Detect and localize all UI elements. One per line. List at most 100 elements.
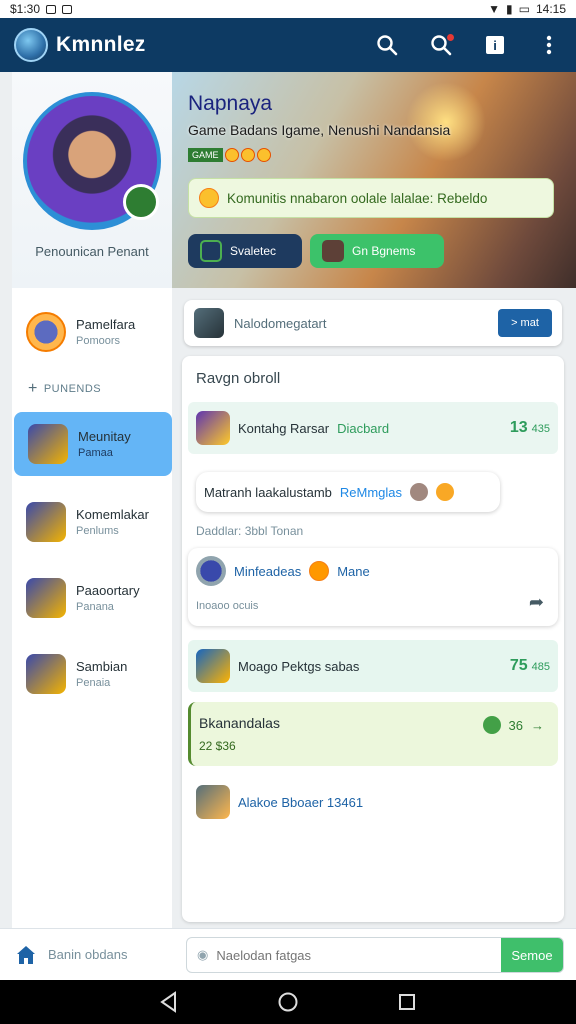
sidebar-item-0[interactable]: Meunitay Pamaa	[14, 412, 172, 476]
emoji-icon	[240, 148, 255, 162]
row-title: Moago Pektgs sabas	[238, 658, 360, 674]
game-avatar-icon	[196, 649, 230, 683]
community-banner[interactable]: Komunitis nnabaron oolale lalalae: Rebel…	[188, 178, 554, 218]
sidebar-item-label: Meunitay	[78, 429, 131, 444]
battery-icon: ▭	[518, 2, 530, 16]
sidebar-item-label: Sambian	[76, 659, 128, 674]
sidebar-item-pinned[interactable]: Pamelfara Pomoors	[12, 300, 172, 364]
sidebar-section-header[interactable]: + PUNENDS	[12, 380, 172, 398]
hero-button-primary[interactable]: Svaletec	[188, 234, 302, 268]
more-vert-icon[interactable]	[536, 32, 562, 58]
game-tag: GAME	[188, 148, 223, 162]
sidebar-item-sublabel: Penlums	[76, 525, 119, 537]
signal-icon: ▮	[506, 2, 513, 16]
info-icon[interactable]: i	[482, 32, 508, 58]
feed-card[interactable]: Minfeadeas Mane Inoaoo ocuis ➦	[188, 548, 558, 626]
profile-card[interactable]: Penounican Penant	[12, 72, 172, 288]
back-icon[interactable]	[159, 991, 179, 1013]
bottom-label[interactable]: Banin obdans	[48, 947, 128, 962]
row-title: Alakoe Bboaer 13461	[238, 794, 364, 810]
row-meta: Daddlar: 3bbl Tonan	[196, 524, 304, 538]
sidebar-item-label: Komemlakar	[76, 507, 149, 522]
sidebar-item-3[interactable]: Sambian Penaia	[12, 642, 172, 706]
avatar-badge-icon	[123, 184, 159, 220]
sidebar-item-label: Pamelfara	[76, 317, 136, 332]
sidebar-item-icon	[26, 502, 66, 542]
notification-icon	[46, 4, 57, 14]
sidebar-item-icon	[26, 578, 66, 618]
emoji-icon	[410, 483, 429, 501]
gamepad-icon	[200, 240, 222, 262]
sidebar: Penounican Penant Pamelfara Pomoors + PU…	[12, 72, 172, 928]
plus-icon: +	[28, 380, 38, 397]
download-icon	[62, 4, 73, 14]
wifi-icon: ▼	[488, 2, 501, 16]
sidebar-item-2[interactable]: Paaoortary Panana	[12, 566, 172, 630]
attach-icon[interactable]: ◉	[197, 947, 208, 963]
sidebar-item-label: Paaoortary	[76, 583, 140, 598]
feed-row-5[interactable]: Bkanandalas 22 $36 36 →	[188, 702, 558, 766]
row-accent: ReMmglas	[339, 484, 403, 500]
feed-row-4[interactable]: Moago Pektgs sabas 75 485	[188, 640, 558, 692]
avatar[interactable]	[23, 92, 161, 230]
feed-row-6[interactable]: Alakoe Bboaer 13461	[188, 782, 558, 822]
hero-button-label: Gn Bgnems	[352, 244, 416, 258]
share-icon[interactable]: ➦	[529, 592, 544, 613]
recents-icon[interactable]	[397, 992, 417, 1012]
system-nav-bar	[0, 980, 576, 1024]
app-title: Kmnnlez	[56, 33, 146, 56]
emoji-icon	[309, 561, 330, 581]
compose-input[interactable]: Nalodomegatart	[234, 316, 327, 331]
game-icon	[322, 240, 344, 262]
feed-row-1[interactable]: Kontahg Rarsar Diacbard 13 435	[188, 402, 558, 454]
hero-button-secondary[interactable]: Gn Bgnems	[310, 234, 444, 268]
row-title: Kontahg Rarsar	[238, 420, 330, 436]
hero-tags: GAME	[188, 148, 271, 162]
game-avatar-icon	[196, 411, 230, 445]
feed-title: Ravgn obroll	[196, 370, 281, 387]
hero-title: Napnaya	[188, 92, 273, 115]
home-icon[interactable]	[14, 943, 38, 967]
feed-row-2[interactable]: Matranh laakalustamb ReMmglas	[196, 472, 500, 512]
app-logo	[14, 28, 48, 62]
profile-name: Penounican Penant	[35, 244, 149, 259]
card-tag: Mane	[337, 563, 370, 579]
arrow-right-icon[interactable]: →	[531, 718, 544, 733]
emoji-icon	[436, 483, 455, 501]
status-clock: 14:15	[535, 2, 566, 16]
feed-panel: Ravgn obroll Kontahg Rarsar Diacbard 13 4…	[182, 356, 564, 922]
row-subtitle: 22 $36	[199, 739, 236, 753]
bottom-bar: Banin obdans ◉ Semoe	[0, 928, 576, 980]
hero-subtitle: Game Badans Igame, Nenushi Nandansia	[188, 122, 451, 138]
row-count: 36	[508, 717, 523, 733]
hero-button-label: Svaletec	[230, 244, 277, 258]
status-time: $1:30	[10, 2, 41, 16]
sidebar-item-1[interactable]: Komemlakar Penlums	[12, 490, 172, 554]
sidebar-item-sublabel: Penaia	[76, 677, 111, 689]
message-field: ◉ Semoe	[186, 937, 564, 973]
community-banner-text: Komunitis nnabaron oolale lalalae: Rebel…	[227, 190, 488, 206]
alert-dot	[447, 34, 454, 41]
post-button[interactable]: > mat	[498, 309, 552, 337]
home-nav-icon[interactable]	[277, 991, 299, 1013]
row-count: 13	[509, 419, 528, 436]
sidebar-item-sublabel: Pamaa	[78, 447, 113, 459]
row-count-unit: 435	[531, 423, 550, 435]
app-bar: Kmnnlez i	[0, 18, 576, 72]
sidebar-item-icon	[28, 424, 68, 464]
emoji-icon	[256, 148, 271, 162]
user-avatar	[196, 556, 226, 586]
row-accent: Diacbard	[337, 420, 390, 436]
emoji-icon	[224, 148, 239, 162]
message-input[interactable]	[216, 947, 467, 963]
search-alert-icon[interactable]	[428, 32, 454, 58]
send-button[interactable]: Semoe	[501, 938, 563, 972]
row-count: 75	[509, 657, 528, 674]
row-title: Bkanandalas	[199, 715, 280, 731]
hero-banner: Napnaya Game Badans Igame, Nenushi Nanda…	[172, 72, 576, 288]
section-label: PUNENDS	[43, 383, 102, 395]
card-user: Minfeadeas	[234, 563, 302, 579]
search-icon[interactable]	[374, 32, 400, 58]
avatar	[194, 308, 224, 338]
status-bar: $1:30 ▼ ▮ ▭ 14:15	[0, 0, 576, 18]
